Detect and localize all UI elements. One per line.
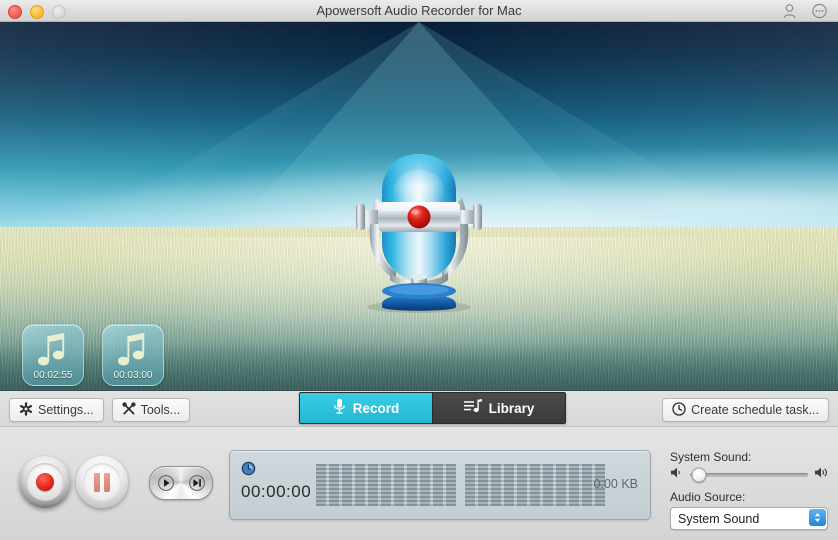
titlebar-icons xyxy=(781,3,828,20)
music-note-icon xyxy=(116,332,150,375)
clock-icon xyxy=(672,401,686,419)
level-meter-left xyxy=(316,464,456,506)
timer-group: 00:00:00 xyxy=(241,461,311,502)
speaker-high-icon xyxy=(814,466,830,484)
audio-settings-panel: System Sound: Audio Source: System Sound xyxy=(670,450,830,530)
playback-controls xyxy=(149,466,213,500)
next-button[interactable] xyxy=(184,470,210,496)
tools-button[interactable]: Tools... xyxy=(111,398,191,422)
track-duration: 00:03:00 xyxy=(113,370,153,381)
recording-status-panel: 00:00:00 0.00 KB xyxy=(229,450,651,520)
settings-label: Settings... xyxy=(38,403,94,417)
crossed-tools-icon xyxy=(121,401,136,419)
list-item[interactable]: 00:02:55 Track31 xyxy=(22,324,84,390)
level-meter-right xyxy=(465,464,605,506)
tab-library[interactable]: Library xyxy=(432,393,565,423)
toolbar-left-group: Settings... Tools... xyxy=(9,398,191,422)
track-thumbnail[interactable]: 00:03:00 xyxy=(102,324,164,386)
record-dot-icon xyxy=(36,473,54,491)
pause-bar-icon xyxy=(104,472,110,492)
record-button-inner xyxy=(26,463,64,501)
microphone-icon xyxy=(333,398,346,418)
elapsed-time: 00:00:00 xyxy=(241,482,312,501)
volume-slider-row xyxy=(670,467,830,483)
chat-bubble-icon[interactable] xyxy=(811,3,828,20)
tab-library-label: Library xyxy=(488,400,535,416)
settings-button[interactable]: Settings... xyxy=(9,398,104,422)
microphone-illustration xyxy=(334,140,504,315)
chevron-updown-icon[interactable] xyxy=(809,509,826,526)
pause-bar-icon xyxy=(94,472,100,492)
person-icon[interactable] xyxy=(781,3,798,20)
record-button[interactable] xyxy=(19,456,71,508)
volume-slider-thumb[interactable] xyxy=(691,467,707,483)
pause-button[interactable] xyxy=(76,456,128,508)
create-schedule-task-button[interactable]: Create schedule task... xyxy=(662,398,829,422)
list-item[interactable]: 00:03:00 Track32 xyxy=(102,324,164,390)
track-list: 00:02:55 Track31 00:03:00 xyxy=(22,324,164,390)
schedule-label: Create schedule task... xyxy=(691,403,819,417)
music-list-icon xyxy=(463,399,482,417)
window-title: Apowersoft Audio Recorder for Mac xyxy=(316,3,522,18)
speaker-low-icon xyxy=(670,466,684,484)
tools-label: Tools... xyxy=(140,403,181,417)
audio-source-label: Audio Source: xyxy=(670,490,746,504)
system-sound-label: System Sound: xyxy=(670,450,752,464)
pause-button-inner xyxy=(83,463,121,501)
tab-record[interactable]: Record xyxy=(300,393,432,423)
title-bar: Apowersoft Audio Recorder for Mac xyxy=(0,0,838,22)
gear-icon xyxy=(19,401,33,419)
clock-icon xyxy=(241,461,311,481)
track-duration: 00:02:55 xyxy=(33,370,73,381)
tab-record-label: Record xyxy=(352,400,400,416)
volume-slider[interactable] xyxy=(690,467,808,483)
music-note-icon xyxy=(36,332,70,375)
play-button[interactable] xyxy=(153,470,179,496)
hero-wallpaper: 00:02:55 Track31 00:03:00 xyxy=(0,22,838,390)
audio-source-select[interactable]: System Sound xyxy=(670,507,828,530)
file-size: 0.00 KB xyxy=(593,477,638,491)
audio-source-value: System Sound xyxy=(678,511,760,526)
mode-tabs: Record Library xyxy=(299,392,566,424)
track-thumbnail[interactable]: 00:02:55 xyxy=(22,324,84,386)
application-window: Apowersoft Audio Recorder for Mac 00:02:… xyxy=(0,0,838,540)
